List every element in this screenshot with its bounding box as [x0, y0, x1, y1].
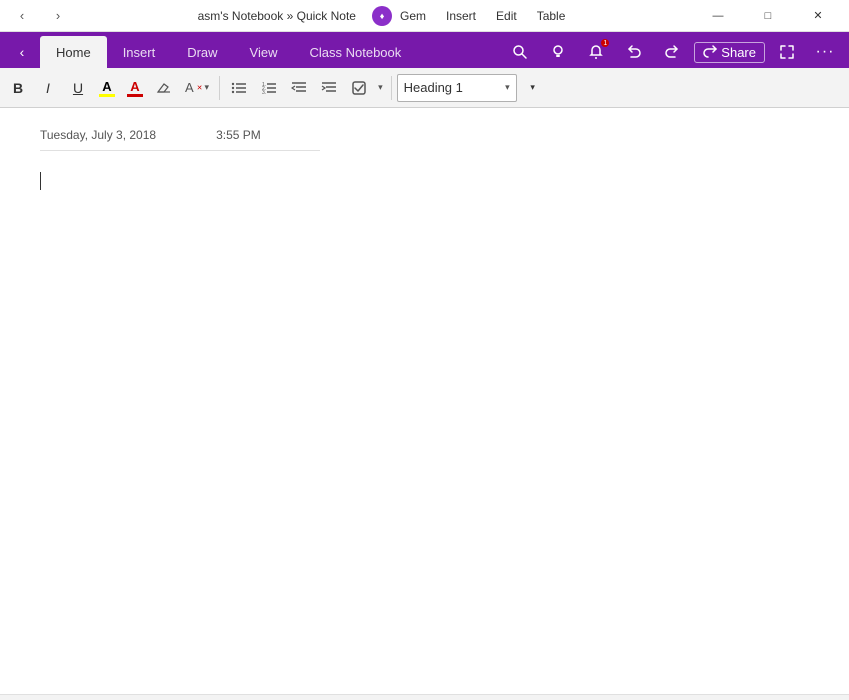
menu-table[interactable]: Table [533, 7, 570, 25]
indent-button[interactable] [315, 74, 343, 102]
style-more-arrow: ▾ [530, 82, 535, 93]
underline-button[interactable]: U [64, 74, 92, 102]
menu-edit[interactable]: Edit [492, 7, 521, 25]
format-clear-dropdown[interactable]: A ✕ ▾ [180, 74, 214, 102]
redo-icon-btn[interactable] [656, 36, 688, 68]
format-clear-arrow: ▾ [205, 82, 210, 93]
notebook-title: asm's Notebook » Quick Note [198, 9, 356, 23]
tab-class-notebook[interactable]: Class Notebook [294, 36, 418, 68]
ribbon-tabs: ‹ Home Insert Draw View Class Notebook 1… [0, 32, 849, 68]
bold-button[interactable]: B [4, 74, 32, 102]
bullets-button[interactable] [225, 74, 253, 102]
more-icon-btn[interactable]: ··· [809, 36, 841, 68]
tab-insert[interactable]: Insert [107, 36, 172, 68]
page-content-wrapper: Tuesday, July 3, 2018 3:55 PM [0, 108, 849, 694]
highlight-swatch [99, 94, 115, 97]
title-bar-right: — □ ✕ [695, 0, 841, 32]
undo-icon-btn[interactable] [618, 36, 650, 68]
text-cursor [40, 172, 41, 190]
separator-1 [219, 76, 220, 100]
page-canvas: Tuesday, July 3, 2018 3:55 PM [0, 108, 849, 215]
eraser-button[interactable] [150, 74, 178, 102]
gem-icon: ♦ [372, 6, 392, 26]
separator-2 [391, 76, 392, 100]
style-picker[interactable]: Heading 1 ▾ [397, 74, 517, 102]
expand-icon-btn[interactable] [771, 36, 803, 68]
formatting-toolbar: B I U A A A ✕ ▾ 1. 2. [0, 68, 849, 108]
svg-text:3.: 3. [262, 90, 266, 95]
ribbon-back-button[interactable]: ‹ [4, 36, 40, 68]
text-cursor-area[interactable] [40, 171, 809, 195]
minimize-button[interactable]: — [695, 0, 741, 32]
notification-badge: 1 [601, 39, 609, 47]
style-dropdown-arrow: ▾ [505, 82, 510, 93]
tab-draw[interactable]: Draw [171, 36, 233, 68]
format-clear-indicator: ✕ [197, 84, 203, 92]
page-area[interactable]: Tuesday, July 3, 2018 3:55 PM [0, 108, 849, 694]
title-bar-left: ‹ › [8, 2, 72, 30]
font-color-picker[interactable]: A [122, 74, 148, 102]
todo-button[interactable] [345, 74, 373, 102]
title-bar: ‹ › asm's Notebook » Quick Note ♦ Gem In… [0, 0, 849, 32]
forward-button[interactable]: › [44, 2, 72, 30]
title-menu-bar: Gem Insert Edit Table [396, 7, 569, 25]
tab-home[interactable]: Home [40, 36, 107, 68]
back-button[interactable]: ‹ [8, 2, 36, 30]
status-bar [0, 694, 849, 700]
date-time-row: Tuesday, July 3, 2018 3:55 PM [40, 128, 320, 151]
style-label: Heading 1 [404, 80, 501, 95]
highlight-color-picker[interactable]: A [94, 74, 120, 102]
tab-view[interactable]: View [234, 36, 294, 68]
share-label: Share [721, 45, 756, 60]
ribbon-right-actions: 1 Share ··· [504, 36, 849, 68]
more-dots-icon: ··· [816, 43, 835, 61]
todo-dropdown[interactable]: ▾ [375, 74, 386, 102]
style-more-button[interactable]: ▾ [519, 74, 547, 102]
italic-button[interactable]: I [34, 74, 62, 102]
bulb-icon-btn[interactable] [542, 36, 574, 68]
page-date: Tuesday, July 3, 2018 [40, 128, 156, 142]
menu-gem[interactable]: Gem [396, 7, 430, 25]
format-clear-label: A [185, 80, 194, 95]
todo-arrow: ▾ [378, 82, 383, 93]
bell-icon-btn[interactable]: 1 [580, 36, 612, 68]
maximize-button[interactable]: □ [745, 0, 791, 32]
title-bar-center: asm's Notebook » Quick Note ♦ Gem Insert… [72, 6, 695, 26]
search-icon-btn[interactable] [504, 36, 536, 68]
outdent-button[interactable] [285, 74, 313, 102]
font-color-letter: A [130, 79, 139, 94]
highlight-letter: A [102, 79, 111, 94]
share-button[interactable]: Share [694, 42, 765, 63]
numbering-button[interactable]: 1. 2. 3. [255, 74, 283, 102]
close-button[interactable]: ✕ [795, 0, 841, 32]
font-color-swatch [127, 94, 143, 97]
menu-insert[interactable]: Insert [442, 7, 480, 25]
page-time: 3:55 PM [216, 128, 261, 142]
